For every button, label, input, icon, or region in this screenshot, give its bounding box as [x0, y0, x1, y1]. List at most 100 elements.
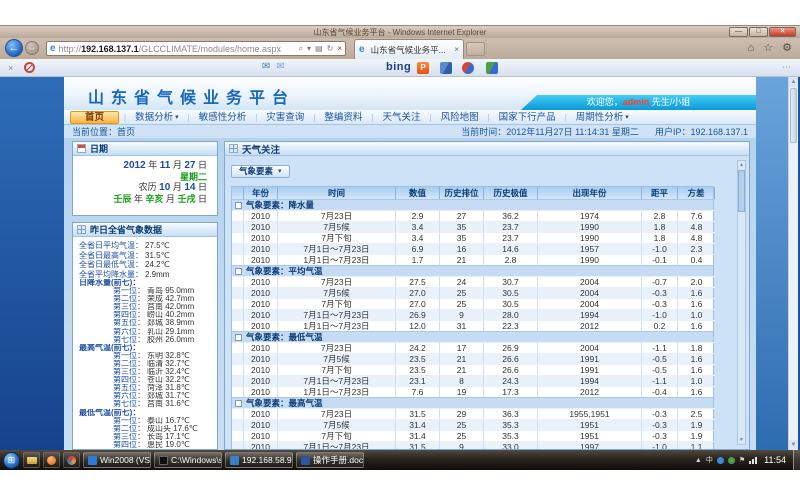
tab-close-icon[interactable]: × [454, 45, 459, 54]
new-tab-button[interactable] [466, 42, 485, 56]
cell: 1997 [538, 441, 642, 450]
cell: 14.6 [484, 243, 538, 254]
nav-item-7[interactable]: 风险地图 [432, 111, 488, 124]
home-icon[interactable]: ⌂ [748, 41, 755, 56]
tray-app-icon[interactable] [717, 457, 724, 464]
address-bar[interactable]: e http://192.168.137.1/GLCCLIMATE/module… [46, 41, 346, 56]
start-button[interactable]: ⊞ [3, 452, 20, 469]
rank-row: 第一位：青岛 95.0mm [79, 287, 215, 295]
compatibility-view-icon[interactable]: ▤ [315, 44, 323, 53]
url-text[interactable]: http://192.168.137.1/GLCCLIMATE/modules/… [59, 44, 299, 54]
close-button[interactable]: ✕ [769, 27, 796, 37]
nav-item-4[interactable]: 灾害查询 [257, 111, 313, 124]
forward-button[interactable]: → [25, 41, 39, 55]
maximize-button[interactable]: □ [749, 27, 768, 37]
taskbar-button-2[interactable]: C:\Windows\s... [154, 452, 222, 468]
table-scrollbar[interactable]: ▲ ▼ [737, 160, 746, 445]
show-desktop-button[interactable] [793, 450, 800, 470]
chevron-down-icon[interactable]: ▾ [307, 44, 311, 53]
rank-section-title: 最低气温(前七)： [79, 409, 215, 417]
gear-icon[interactable]: ⚙ [782, 41, 792, 56]
element-filter-button[interactable]: 气象要素 ▾ [231, 165, 290, 178]
nav-item-1[interactable]: 首页 [70, 111, 119, 124]
language-indicator[interactable]: 中 [706, 455, 713, 465]
back-button[interactable]: ← [5, 39, 23, 57]
nav-item-8[interactable]: 国家下行产品 [490, 111, 565, 124]
rank-label: 第四位： [113, 376, 145, 384]
pinned-app-2[interactable] [63, 452, 80, 468]
nav-item-5[interactable]: 整编资料 [315, 111, 371, 124]
date-month-unit: 月 [173, 160, 182, 170]
taskbar-button-3[interactable]: 192.168.58.99... [225, 452, 293, 468]
row-expand-cell [232, 210, 244, 221]
stat-value: 31.5℃ [145, 251, 170, 260]
nav-item-3[interactable]: 敏感性分析 [190, 111, 256, 124]
search-icon[interactable]: ⌕ [299, 44, 303, 54]
toolbar-app-icon-3[interactable] [486, 62, 498, 74]
data-grid-icon [77, 225, 86, 234]
cell: 1990 [538, 232, 642, 243]
toolbar-app-icon-1[interactable] [440, 62, 452, 74]
group-header-row[interactable]: 气象要素：最低气温 [232, 331, 713, 342]
action-center-flag-icon[interactable]: ⚑ [739, 456, 745, 464]
scroll-up-icon[interactable]: ▲ [789, 77, 798, 87]
scrollbar-thumb[interactable] [790, 88, 797, 143]
network-icon[interactable] [749, 457, 757, 464]
nav-item-6[interactable]: 天气关注 [373, 111, 429, 124]
lunar-day-unit: 日 [198, 182, 207, 192]
scroll-up-icon[interactable]: ▲ [738, 161, 745, 169]
bing-app-icon[interactable]: P [417, 62, 429, 74]
checkbox[interactable] [235, 268, 242, 275]
bing-logo[interactable]: bing [386, 61, 411, 73]
scroll-down-icon[interactable]: ▼ [789, 440, 798, 450]
group-header-row[interactable]: 气象要素：平均气温 [232, 265, 713, 276]
scroll-down-icon[interactable]: ▼ [738, 436, 745, 444]
rank-value: 莒南 31.6℃ [147, 400, 190, 408]
browser-scrollbar[interactable]: ▲ ▼ [788, 77, 798, 450]
taskbar-button-1[interactable]: Win2008 (VS2... [83, 452, 151, 468]
checkbox[interactable] [235, 400, 242, 407]
group-header-row[interactable]: 气象要素：最高气温 [232, 397, 713, 408]
rank-row: 第七位：莒南 31.6℃ [79, 400, 215, 408]
rank-row: 第六位：乳山 29.1mm [79, 328, 215, 336]
toolbar-app-icon-2[interactable] [462, 62, 474, 74]
group-header-row[interactable]: 气象要素：降水量 [232, 199, 713, 210]
window-titlebar[interactable]: 山东省气候业务平台 - Windows Internet Explorer — … [0, 25, 800, 38]
rank-value: 乳山 29.1mm [147, 328, 194, 336]
checkbox[interactable] [235, 334, 242, 341]
row-expand-cell [232, 430, 244, 441]
ganzhi-date: 壬辰 年 辛亥 月 壬戌 日 [73, 194, 207, 205]
rank-row: 第二位：成山头 17.6℃ [79, 425, 215, 433]
cell: 25 [440, 419, 484, 430]
pinned-explorer[interactable] [23, 452, 40, 468]
nav-item-9[interactable]: 周期性分析▾ [567, 111, 638, 124]
stop-icon[interactable]: × [337, 44, 342, 53]
cell: 1951 [538, 419, 642, 430]
toolbar-more-icon[interactable]: ⋯ [782, 62, 792, 73]
show-hidden-icons[interactable]: ▲ [695, 457, 702, 464]
cell: 30.5 [484, 287, 538, 298]
cell: 17 [440, 342, 484, 353]
nav-item-2[interactable]: 数据分析▾ [126, 111, 188, 124]
scrollbar-thumb[interactable] [738, 170, 745, 212]
tray-app-icon-2[interactable] [728, 457, 735, 464]
row-expand-cell [232, 386, 244, 397]
browser-tab[interactable]: e 山东省气候业务平... × [354, 39, 464, 59]
checkbox[interactable] [235, 202, 242, 209]
cell: -0.3 [642, 298, 678, 309]
rank-value: 成山头 17.6℃ [147, 425, 198, 433]
minimize-button[interactable]: — [729, 27, 748, 37]
taskbar-clock[interactable]: 11:54 [764, 455, 786, 465]
pinned-app-1[interactable] [43, 452, 60, 468]
rank-value: 苍山 32.2℃ [147, 376, 190, 384]
favorites-star-icon[interactable]: ☆ [763, 41, 773, 56]
nav-item-label: 首页 [85, 111, 104, 124]
toolbar-close-icon[interactable]: × [8, 63, 13, 73]
addon-toolbar: × ✉ ✉ bing P ⋯ [0, 59, 800, 77]
blocked-icon[interactable] [24, 62, 35, 73]
taskbar-button-4[interactable]: 操作手册.docx ... [296, 452, 364, 468]
cell: 25 [440, 298, 484, 309]
mail-icon[interactable]: ✉ [262, 61, 270, 72]
refresh-icon[interactable]: ↻ [327, 44, 334, 53]
send-icon[interactable]: ✉ [276, 61, 284, 72]
